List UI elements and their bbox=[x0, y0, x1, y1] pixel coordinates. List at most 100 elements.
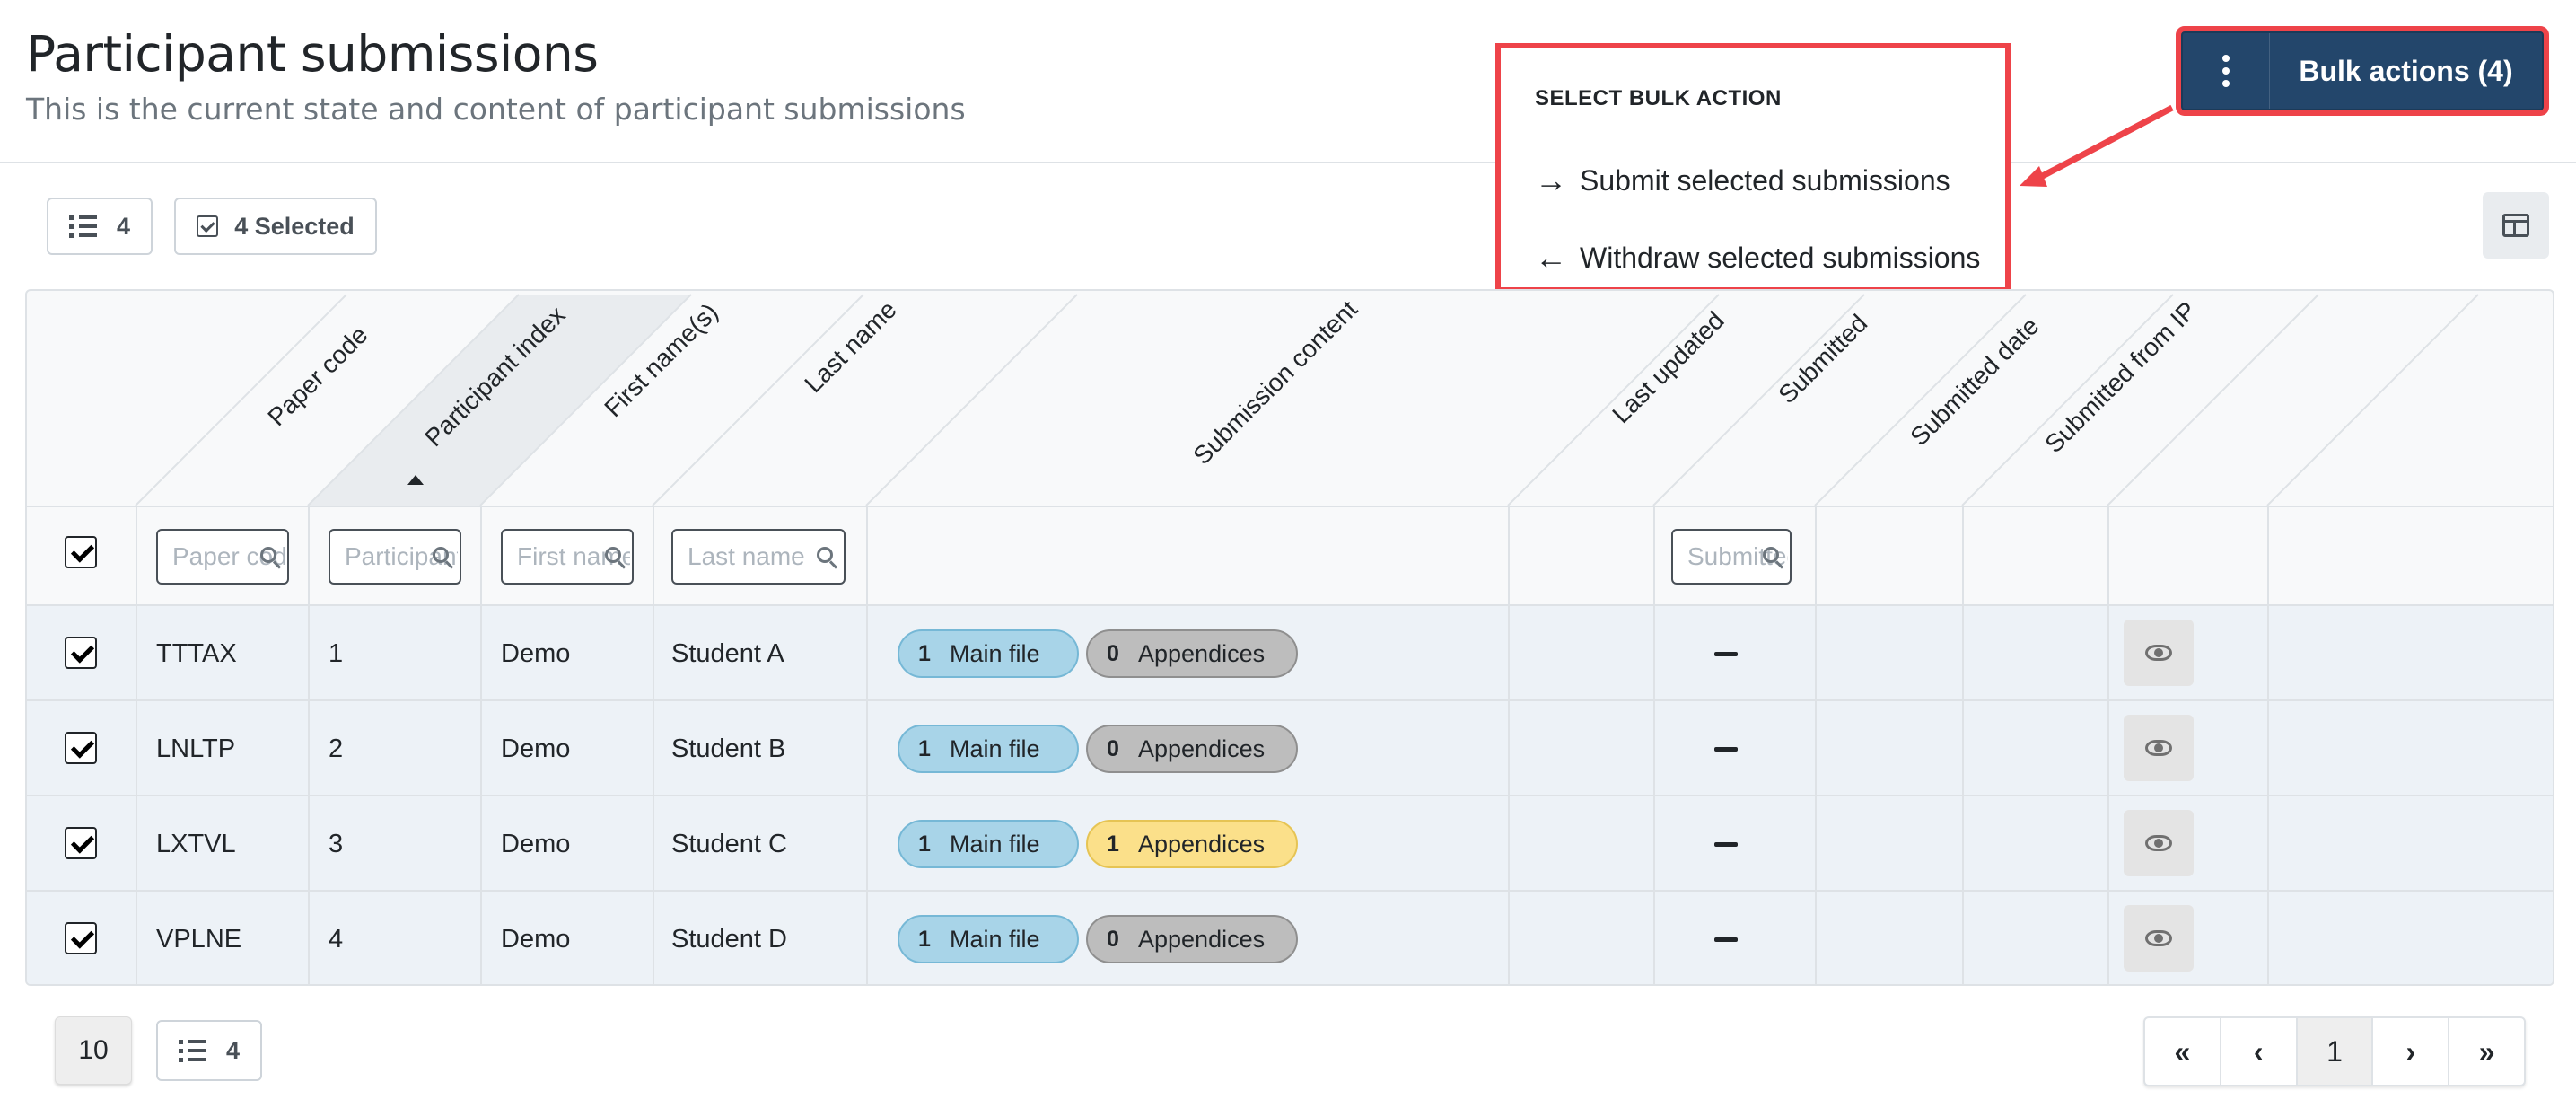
appendices-count: 0 bbox=[1107, 735, 1119, 761]
table-row[interactable]: VPLNE 4 Demo Student D 1 Main file 0 Appen… bbox=[27, 890, 2553, 984]
last-updated-empty bbox=[1714, 937, 1738, 942]
participant-index-filter[interactable] bbox=[329, 529, 461, 585]
row-checkbox[interactable] bbox=[65, 827, 97, 859]
column-divider bbox=[653, 506, 654, 984]
appendices-badge[interactable]: 0 Appendices bbox=[1086, 629, 1298, 678]
last-name-cell: Student A bbox=[671, 638, 784, 668]
header-divider bbox=[0, 162, 2576, 163]
last-updated-empty bbox=[1714, 652, 1738, 656]
submitted-filter[interactable] bbox=[1671, 529, 1792, 585]
withdraw-selected-menu-item[interactable]: ← Withdraw selected submissions bbox=[1535, 239, 1980, 277]
search-icon bbox=[817, 547, 833, 563]
appendices-badge[interactable]: 0 Appendices bbox=[1086, 915, 1298, 963]
last-name-filter[interactable] bbox=[671, 529, 846, 585]
column-layout-button[interactable] bbox=[2483, 192, 2549, 259]
eye-icon bbox=[2145, 740, 2172, 756]
last-updated-empty bbox=[1714, 842, 1738, 847]
column-divider bbox=[1653, 506, 1655, 984]
main-file-count: 1 bbox=[918, 640, 931, 666]
column-divider bbox=[1508, 506, 1510, 984]
bulk-actions-button[interactable]: Bulk actions (4) bbox=[2181, 31, 2544, 110]
list-icon bbox=[178, 1039, 206, 1062]
submissions-table: Paper code Participant index First name(… bbox=[25, 289, 2554, 986]
bulk-actions-label: Bulk actions (4) bbox=[2299, 54, 2513, 87]
row-checkbox[interactable] bbox=[65, 637, 97, 669]
arrow-left-icon: ← bbox=[1535, 239, 1567, 276]
row-checkbox[interactable] bbox=[65, 922, 97, 954]
main-file-badge[interactable]: 1 Main file bbox=[898, 820, 1079, 868]
main-file-badge[interactable]: 1 Main file bbox=[898, 915, 1079, 963]
last-page-button[interactable]: » bbox=[2449, 1018, 2524, 1085]
table-row[interactable]: LNLTP 2 Demo Student B 1 Main file 0 Appen… bbox=[27, 699, 2553, 796]
view-submission-button[interactable] bbox=[2124, 715, 2194, 781]
main-file-badge[interactable]: 1 Main file bbox=[898, 725, 1079, 773]
column-divider bbox=[480, 506, 482, 984]
page-size-button[interactable]: 10 bbox=[55, 1016, 132, 1085]
row-count-label: 4 bbox=[116, 212, 131, 240]
participant-index-cell: 1 bbox=[329, 638, 344, 668]
paper-code-filter[interactable] bbox=[156, 529, 289, 585]
view-submission-button[interactable] bbox=[2124, 810, 2194, 876]
main-file-count: 1 bbox=[918, 735, 931, 761]
main-file-label: Main file bbox=[950, 830, 1040, 857]
participant-index-cell: 3 bbox=[329, 829, 344, 858]
first-name-cell: Demo bbox=[501, 924, 571, 954]
column-divider bbox=[136, 506, 137, 984]
paper-code-cell: LXTVL bbox=[156, 829, 236, 858]
checkbox-icon bbox=[197, 215, 219, 237]
main-file-label: Main file bbox=[950, 734, 1040, 762]
first-page-button[interactable]: « bbox=[2145, 1018, 2221, 1085]
pagination: « ‹ 1 › » bbox=[2143, 1016, 2526, 1086]
paper-code-cell: LNLTP bbox=[156, 734, 236, 763]
main-file-label: Main file bbox=[950, 925, 1040, 953]
participant-index-cell: 2 bbox=[329, 734, 344, 763]
selected-count-button[interactable]: 4 Selected bbox=[174, 198, 377, 255]
kebab-menu-icon bbox=[2183, 33, 2270, 109]
last-name-cell: Student B bbox=[671, 734, 786, 763]
submit-selected-label: Submit selected submissions bbox=[1580, 163, 1950, 197]
appendices-label: Appendices bbox=[1138, 830, 1266, 857]
column-divider bbox=[1815, 506, 1817, 984]
eye-icon bbox=[2145, 645, 2172, 661]
current-page-button[interactable]: 1 bbox=[2297, 1018, 2374, 1085]
row-count-button[interactable]: 4 bbox=[47, 198, 153, 255]
main-file-badge[interactable]: 1 Main file bbox=[898, 629, 1079, 678]
row-checkbox[interactable] bbox=[65, 732, 97, 764]
last-name-cell: Student D bbox=[671, 924, 787, 954]
main-file-count: 1 bbox=[918, 831, 931, 857]
last-name-cell: Student C bbox=[671, 829, 787, 858]
first-name-filter[interactable] bbox=[501, 529, 634, 585]
column-divider bbox=[2107, 506, 2109, 984]
eye-icon bbox=[2145, 930, 2172, 946]
eye-icon bbox=[2145, 835, 2172, 851]
list-icon bbox=[68, 215, 97, 238]
previous-page-button[interactable]: ‹ bbox=[2221, 1018, 2298, 1085]
submit-selected-menu-item[interactable]: → Submit selected submissions bbox=[1535, 162, 1950, 199]
columns-icon bbox=[2502, 214, 2529, 237]
column-divider bbox=[2267, 506, 2269, 984]
search-icon bbox=[1763, 547, 1779, 563]
select-all-checkbox[interactable] bbox=[65, 536, 97, 568]
main-file-count: 1 bbox=[918, 926, 931, 952]
view-submission-button[interactable] bbox=[2124, 620, 2194, 686]
appendices-label: Appendices bbox=[1138, 734, 1266, 762]
first-name-cell: Demo bbox=[501, 734, 571, 763]
participant-index-cell: 4 bbox=[329, 924, 344, 954]
table-row[interactable]: TTTAX 1 Demo Student A 1 Main file 0 Appen… bbox=[27, 604, 2553, 701]
view-submission-button[interactable] bbox=[2124, 905, 2194, 972]
appendices-badge[interactable]: 0 Appendices bbox=[1086, 725, 1298, 773]
selected-count-label: 4 Selected bbox=[234, 212, 355, 240]
search-icon bbox=[605, 547, 621, 563]
table-row[interactable]: LXTVL 3 Demo Student C 1 Main file 1 Appen… bbox=[27, 795, 2553, 892]
appendices-label: Appendices bbox=[1138, 925, 1266, 953]
next-page-button[interactable]: › bbox=[2373, 1018, 2450, 1085]
page-title: Participant submissions bbox=[26, 25, 599, 83]
first-name-cell: Demo bbox=[501, 829, 571, 858]
total-count-label: 4 bbox=[225, 1036, 241, 1064]
sort-ascending-icon bbox=[407, 475, 424, 485]
appendices-badge[interactable]: 1 Appendices bbox=[1086, 820, 1298, 868]
first-name-cell: Demo bbox=[501, 638, 571, 668]
bulk-action-menu-heading: SELECT BULK ACTION bbox=[1535, 86, 1782, 110]
appendices-count: 0 bbox=[1107, 926, 1119, 952]
total-count-button[interactable]: 4 bbox=[156, 1020, 262, 1081]
